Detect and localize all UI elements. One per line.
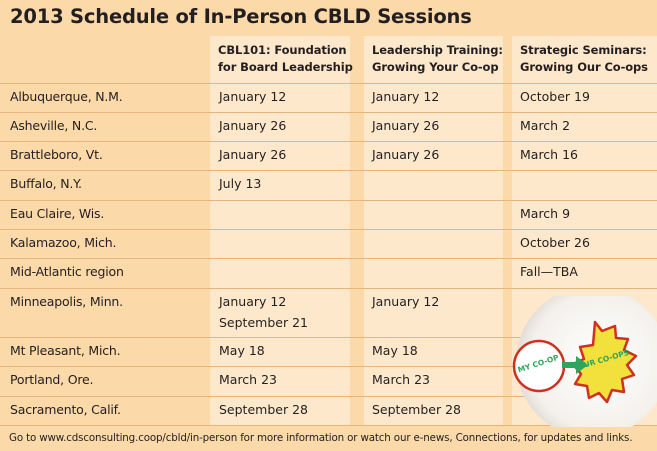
leadership-date-cell: January 12 [372, 294, 440, 309]
cbl101-date-cell: July 13 [219, 176, 262, 191]
leadership-date-cell: September 28 [372, 402, 461, 417]
leadership-date-cell: March 23 [372, 372, 430, 387]
cbl101-date-cell: January 12 [219, 294, 287, 309]
column-header-line: Growing Our Co-ops [520, 60, 648, 74]
row-divider [0, 288, 657, 289]
footer-note: Go to www.cdsconsulting.coop/cbld/in-per… [9, 432, 633, 444]
column-header-cbl101: CBL101: Foundation for Board Leadership [218, 42, 353, 76]
cbl101-date-cell: January 12 [219, 89, 287, 104]
cbl101-date-cell: May 18 [219, 343, 265, 358]
city-cell: Asheville, N.C. [10, 118, 98, 133]
city-cell: Eau Claire, Wis. [10, 206, 105, 221]
strategic-date-cell: March 9 [520, 206, 571, 221]
strategic-date-cell: October 26 [520, 235, 590, 250]
co-op-badge-illustration: MY CO-OP OUR CO-OPS [512, 296, 657, 427]
city-cell: Mid-Atlantic region [10, 264, 124, 279]
cbl101-date-cell-second: September 21 [219, 315, 308, 330]
strategic-date-cell: Fall—TBA [520, 264, 578, 279]
city-cell: Mt Pleasant, Mich. [10, 343, 121, 358]
cbl101-date-cell: September 28 [219, 402, 308, 417]
leadership-date-cell: May 18 [372, 343, 418, 358]
row-divider [0, 83, 657, 84]
cbl101-date-cell: January 26 [219, 118, 287, 133]
city-cell: Sacramento, Calif. [10, 402, 121, 417]
strategic-date-cell: October 19 [520, 89, 590, 104]
column-header-line: Leadership Training: [372, 43, 503, 57]
row-divider [0, 141, 657, 142]
column-header-strategic: Strategic Seminars: Growing Our Co-ops [520, 42, 648, 76]
strategic-date-cell: March 16 [520, 147, 578, 162]
column-header-line: Strategic Seminars: [520, 43, 647, 57]
leadership-date-cell: January 26 [372, 147, 440, 162]
page-title: 2013 Schedule of In-Person CBLD Sessions [10, 5, 472, 28]
column-header-line: Growing Your Co-op [372, 60, 499, 74]
city-cell: Kalamazoo, Mich. [10, 235, 117, 250]
city-cell: Portland, Ore. [10, 372, 94, 387]
column-header-line: CBL101: Foundation [218, 43, 347, 57]
city-cell: Albuquerque, N.M. [10, 89, 123, 104]
leadership-date-cell: January 26 [372, 118, 440, 133]
column-header-leadership: Leadership Training: Growing Your Co-op [372, 42, 503, 76]
row-divider [0, 170, 657, 171]
column-header-line: for Board Leadership [218, 60, 353, 74]
strategic-date-cell: March 2 [520, 118, 571, 133]
row-divider [0, 229, 657, 230]
row-divider [0, 200, 657, 201]
row-divider [0, 112, 657, 113]
city-cell: Buffalo, N.Y. [10, 176, 82, 191]
cbl101-date-cell: March 23 [219, 372, 277, 387]
leadership-date-cell: January 12 [372, 89, 440, 104]
city-cell: Minneapolis, Minn. [10, 294, 123, 309]
cbl101-date-cell: January 26 [219, 147, 287, 162]
row-divider [0, 258, 657, 259]
city-cell: Brattleboro, Vt. [10, 147, 103, 162]
